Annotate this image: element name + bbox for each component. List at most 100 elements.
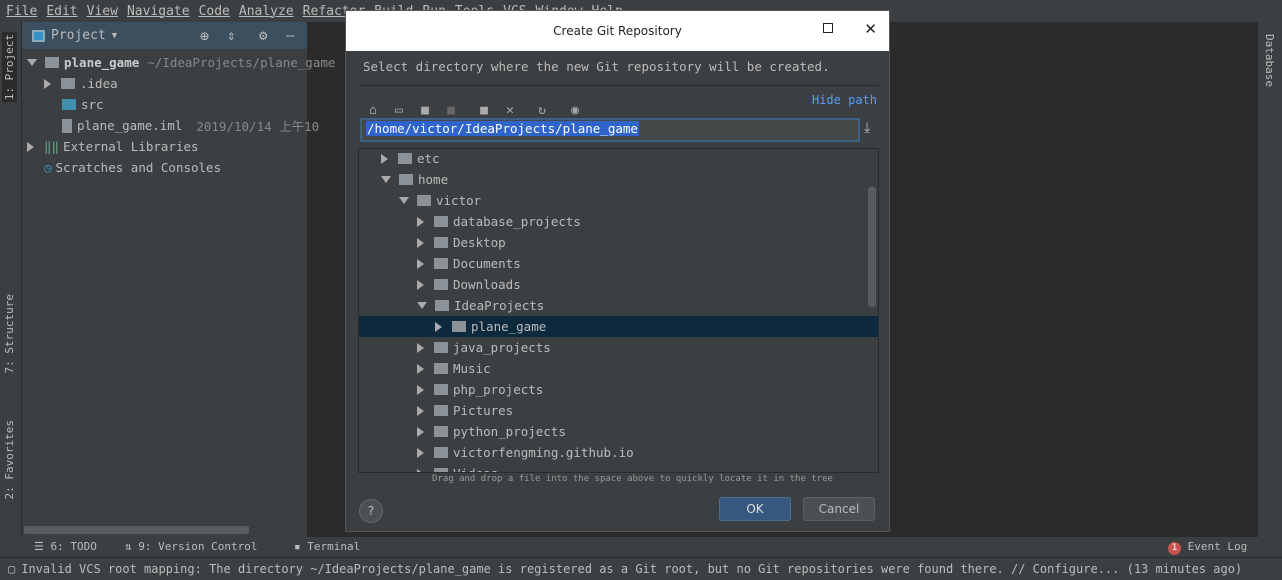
dialog-title-bar: Create Git Repository ✕ (346, 11, 889, 51)
ok-button[interactable]: OK (719, 497, 791, 521)
project-tool-tab[interactable]: 1: Project (2, 32, 17, 103)
tree-row-documents[interactable]: Documents (359, 253, 878, 274)
hide-icon[interactable]: — (286, 28, 294, 44)
menu-file[interactable]: File (6, 4, 37, 19)
favorites-tool-tab[interactable]: 2: Favorites (3, 420, 16, 499)
collapsed-arrow-icon[interactable] (417, 216, 424, 227)
folder-icon (434, 363, 448, 374)
collapsed-arrow-icon[interactable] (417, 258, 424, 269)
folder-icon (435, 300, 449, 311)
vertical-scrollbar[interactable] (868, 187, 876, 307)
hide-path-link[interactable]: Hide path (812, 93, 877, 107)
folder-icon (417, 195, 431, 206)
tree-row-python-projects[interactable]: python_projects (359, 421, 878, 442)
project-panel: Project ▼ ⊕ ⇕ ⚙ — plane_game ~/IdeaProjec… (22, 22, 335, 537)
collapsed-arrow-icon[interactable] (417, 279, 424, 290)
collapsed-arrow-icon[interactable] (417, 468, 424, 472)
new-folder-icon[interactable]: ■ (477, 104, 491, 117)
refresh-icon[interactable]: ↻ (535, 104, 549, 117)
tree-row-home[interactable]: home (359, 169, 878, 190)
collapsed-arrow-icon[interactable] (417, 363, 424, 374)
show-hidden-icon[interactable]: ◉ (568, 104, 582, 117)
collapsed-arrow-icon[interactable] (435, 321, 442, 332)
database-tool-tab[interactable]: Database (1263, 34, 1276, 87)
maximize-icon[interactable] (823, 23, 833, 33)
item-label: .idea (80, 76, 118, 91)
folder-icon (452, 321, 466, 332)
expanded-arrow-icon[interactable] (381, 176, 391, 183)
locate-icon[interactable]: ⊕ (200, 27, 209, 45)
tree-row-plane-game[interactable]: plane_game (359, 316, 878, 337)
event-log-tab[interactable]: 1 Event Log (1168, 540, 1247, 555)
status-message[interactable]: Invalid VCS root mapping: The directory … (21, 562, 1242, 576)
tree-row-etc[interactable]: etc (359, 149, 878, 169)
folder-icon (434, 237, 448, 248)
gear-icon[interactable]: ⚙ (259, 28, 267, 44)
collapsed-arrow-icon[interactable] (417, 384, 424, 395)
project-view-selector[interactable]: Project (51, 28, 106, 43)
home-icon[interactable]: ⌂ (366, 104, 380, 117)
menu-analyze[interactable]: Analyze (239, 4, 294, 19)
tree-item-plane-game[interactable]: plane_game ~/IdeaProjects/plane_game (27, 52, 335, 73)
collapsed-arrow-icon[interactable] (417, 405, 424, 416)
folder-icon (434, 258, 448, 269)
download-icon[interactable]: ⤓ (864, 120, 870, 136)
path-input[interactable]: /home/victor/IdeaProjects/plane_game (360, 118, 860, 142)
version-control-tab[interactable]: ⇅ 9: Version Control (125, 540, 257, 553)
menu-edit[interactable]: Edit (46, 4, 77, 19)
tree-row-database-projects[interactable]: database_projects (359, 211, 878, 232)
chevron-down-icon[interactable]: ▼ (112, 31, 117, 41)
expanded-arrow-icon[interactable] (399, 197, 409, 204)
tree-row-java-projects[interactable]: java_projects (359, 337, 878, 358)
project-folder-icon[interactable]: ■ (418, 104, 432, 117)
collapsed-arrow-icon[interactable] (417, 342, 424, 353)
tree-item-external-libraries[interactable]: ‖‖ External Libraries (27, 136, 199, 157)
project-panel-header: Project ▼ ⊕ ⇕ ⚙ — (22, 22, 307, 49)
tree-row-label: Pictures (453, 403, 514, 418)
collapsed-arrow-icon[interactable] (44, 78, 51, 89)
directory-tree[interactable]: etc home victor database_projects Desktop Doc… (358, 148, 879, 473)
collapsed-arrow-icon[interactable] (417, 426, 424, 437)
close-icon[interactable]: ✕ (864, 20, 877, 38)
menu-view[interactable]: View (87, 4, 118, 19)
help-button[interactable]: ? (359, 499, 383, 523)
event-log-label: Event Log (1187, 540, 1248, 553)
terminal-tab[interactable]: ▪ Terminal (294, 540, 360, 553)
folder-icon (434, 384, 448, 395)
desktop-icon[interactable]: ▭ (392, 104, 406, 117)
tree-row-pictures[interactable]: Pictures (359, 400, 878, 421)
tree-item-iml[interactable]: plane_game.iml 2019/10/14 上午10 (62, 115, 319, 136)
tree-row-videos[interactable]: Videos (359, 463, 878, 472)
tree-row-downloads[interactable]: Downloads (359, 274, 878, 295)
tree-row-ideaprojects[interactable]: IdeaProjects (359, 295, 878, 316)
toggle-tool-windows-icon[interactable]: ▢ (8, 562, 15, 576)
vcs-label: 9: Version Control (138, 540, 258, 553)
tree-row-label: Desktop (453, 235, 506, 250)
menu-code[interactable]: Code (199, 4, 230, 19)
collapsed-arrow-icon[interactable] (417, 237, 424, 248)
horizontal-scrollbar[interactable] (24, 526, 249, 534)
tree-row-desktop[interactable]: Desktop (359, 232, 878, 253)
todo-tab[interactable]: ☰ 6: TODO (34, 540, 97, 553)
tree-item-scratches[interactable]: ◷ Scratches and Consoles (44, 157, 221, 178)
tree-row-music[interactable]: Music (359, 358, 878, 379)
tree-row-victorfengming-github-io[interactable]: victorfengming.github.io (359, 442, 878, 463)
delete-icon[interactable]: ✕ (503, 104, 517, 117)
expanded-arrow-icon[interactable] (417, 302, 427, 309)
tree-item-src[interactable]: src (62, 94, 104, 115)
expanded-arrow-icon[interactable] (27, 59, 37, 66)
collapse-all-icon[interactable]: ⇕ (227, 28, 235, 44)
status-bar: ▢ Invalid VCS root mapping: The director… (0, 557, 1282, 580)
structure-tool-tab[interactable]: 7: Structure (3, 294, 16, 373)
folder-icon (434, 342, 448, 353)
collapsed-arrow-icon[interactable] (417, 447, 424, 458)
tool-window-bar: ☰ 6: TODO ⇅ 9: Version Control ▪ Termina… (0, 537, 1282, 557)
menu-navigate[interactable]: Navigate (127, 4, 190, 19)
cancel-button[interactable]: Cancel (803, 497, 875, 521)
collapsed-arrow-icon[interactable] (27, 141, 34, 152)
tree-row-victor[interactable]: victor (359, 190, 878, 211)
tree-row-php-projects[interactable]: php_projects (359, 379, 878, 400)
tree-row-label: victorfengming.github.io (453, 445, 634, 460)
collapsed-arrow-icon[interactable] (381, 153, 388, 164)
tree-item-idea[interactable]: .idea (44, 73, 118, 94)
